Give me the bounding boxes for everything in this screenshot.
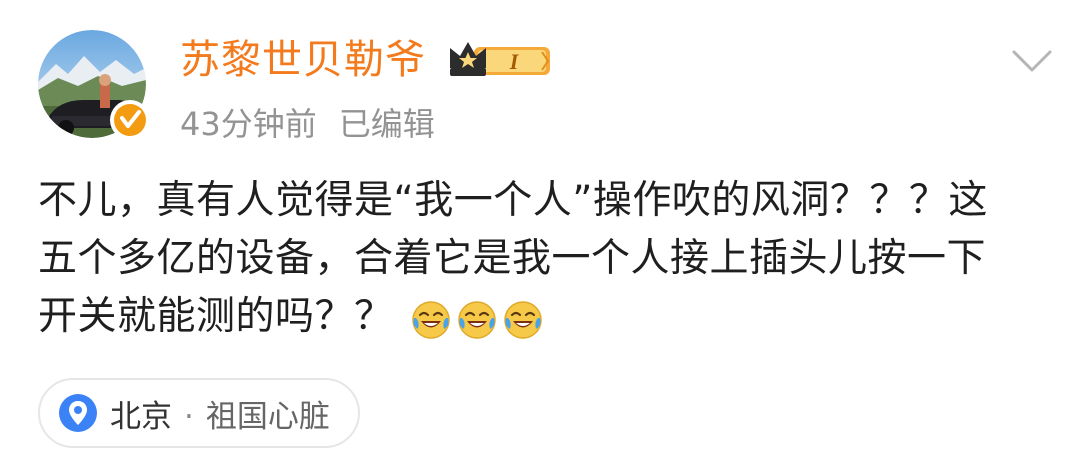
author-avatar-wrap[interactable] <box>38 30 150 140</box>
location-city: 北京 <box>110 398 172 435</box>
level-label: I <box>509 49 520 74</box>
location-tag[interactable]: 北京 · 祖国心脏 <box>38 378 360 448</box>
chevron-down-icon[interactable] <box>1008 40 1056 80</box>
laugh-cry-emoji-icon <box>411 300 450 339</box>
post-text-line-3-wrap: 开关就能测的吗？？ <box>38 288 1048 346</box>
post-text-line-1: 不儿，真有人觉得是“我一个人”操作吹的风洞？？？这 <box>38 178 988 223</box>
location-label: 北京 · 祖国心脏 <box>110 391 330 436</box>
post-text-line-3: 开关就能测的吗？？ <box>38 294 394 339</box>
edited-label[interactable]: 已编辑 <box>339 105 435 143</box>
laugh-cry-emoji-icon <box>503 300 542 339</box>
map-pin-icon <box>59 394 97 432</box>
crown-level-badge-icon[interactable]: I <box>446 38 554 84</box>
post-time: 43分钟前 <box>180 105 317 143</box>
post-text-line-2: 五个多亿的设备，合着它是我一个人接上插头儿按一下 <box>38 236 987 281</box>
emoji-row <box>410 298 544 340</box>
laugh-cry-emoji-icon <box>457 300 496 339</box>
post-meta: 43分钟前 已编辑 <box>180 104 435 144</box>
author-name[interactable]: 苏黎世贝勒爷 <box>180 34 426 86</box>
verified-badge-icon <box>110 100 150 140</box>
location-description: 祖国心脏 <box>205 398 330 435</box>
location-separator: · <box>184 398 194 435</box>
post-content: 不儿，真有人觉得是“我一个人”操作吹的风洞？？？这 五个多亿的设备，合着它是我一… <box>38 172 1048 346</box>
